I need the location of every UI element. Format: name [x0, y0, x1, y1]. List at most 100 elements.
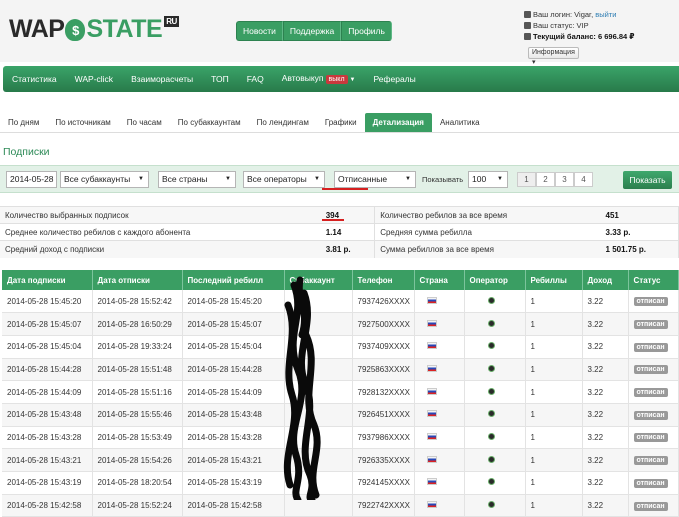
- show-button[interactable]: Показать: [623, 171, 672, 189]
- cell-last-rebill: 2014-05-28 15:45:07: [182, 312, 285, 336]
- user-balance: 6 696.84 ₽: [597, 32, 635, 41]
- stat-label: Количество выбранных подписок: [0, 206, 321, 224]
- column-country[interactable]: Страна: [414, 270, 465, 290]
- main-nav-autobuy[interactable]: Автовыкуп выкл ▼: [273, 65, 365, 93]
- info-dropdown-button[interactable]: Информация ▾: [528, 47, 579, 66]
- date-input[interactable]: 2014-05-28: [6, 171, 57, 188]
- operator-logo-icon: [487, 319, 495, 327]
- top-nav-profile[interactable]: Профиль: [341, 21, 392, 41]
- cell-last-rebill: 2014-05-28 15:43:48: [182, 403, 285, 427]
- column-last-rebill[interactable]: Последний ребилл: [182, 270, 285, 290]
- stat-label: Средний доход с подписки: [0, 240, 321, 258]
- column-income[interactable]: Доход: [582, 270, 629, 290]
- cell-country: [414, 290, 465, 314]
- cell-country: [414, 335, 465, 359]
- summary-stats: Количество выбранных подписок 394 Количе…: [0, 206, 679, 258]
- status-line: Ваш статус: VIP: [524, 20, 634, 31]
- cell-phone: 7937426XXXX: [352, 290, 415, 314]
- status-badge: отписан: [633, 297, 668, 307]
- main-nav-faq[interactable]: FAQ: [238, 66, 273, 92]
- table-row: 2014-05-28 15:43:19 2014-05-28 18:20:54 20…: [2, 471, 679, 495]
- page-2[interactable]: 2: [536, 172, 555, 187]
- cell-rebills: 1: [525, 290, 583, 314]
- cell-last-rebill: 2014-05-28 15:45:20: [182, 290, 285, 314]
- russia-flag-icon: [426, 296, 437, 304]
- cell-income: 3.22: [582, 335, 629, 359]
- cell-last-rebill: 2014-05-28 15:45:04: [182, 335, 285, 359]
- status-select[interactable]: Отписанные ▼: [334, 171, 416, 188]
- russia-flag-icon: [426, 410, 437, 418]
- tab-by-days[interactable]: По дням: [0, 113, 47, 132]
- status-badge: отписан: [633, 501, 668, 511]
- main-nav-top[interactable]: ТОП: [202, 66, 238, 92]
- wallet-icon: [524, 33, 531, 40]
- cell-last-rebill: 2014-05-28 15:43:28: [182, 426, 285, 450]
- main-nav-statistics[interactable]: Статистика: [3, 66, 66, 92]
- cell-last-rebill: 2014-05-28 15:44:09: [182, 380, 285, 404]
- cell-rebills: 1: [525, 471, 583, 495]
- column-operator[interactable]: Оператор: [464, 270, 526, 290]
- operator-logo-icon: [487, 387, 495, 395]
- tab-by-sources[interactable]: По источникам: [47, 113, 118, 132]
- top-nav-news[interactable]: Новости: [236, 21, 283, 41]
- column-subscribe-date[interactable]: Дата подписки: [2, 270, 93, 290]
- cell-income: 3.22: [582, 448, 629, 472]
- tab-details[interactable]: Детализация: [364, 113, 432, 132]
- operator-select[interactable]: Все операторы ▼: [243, 171, 325, 188]
- operator-logo-icon: [487, 410, 495, 418]
- cell-subaccount: [284, 358, 353, 382]
- operator-logo-icon: [487, 455, 495, 463]
- logout-link[interactable]: выйти: [595, 10, 616, 19]
- per-page-label: Показывать: [422, 175, 464, 184]
- cell-unsubscribe-date: 2014-05-28 18:20:54: [92, 471, 183, 495]
- cell-income: 3.22: [582, 426, 629, 450]
- main-nav-settlements[interactable]: Взаиморасчеты: [122, 66, 202, 92]
- tab-charts[interactable]: Графики: [317, 113, 365, 132]
- cell-income: 3.22: [582, 312, 629, 336]
- tab-by-subaccounts[interactable]: По субаккаунтам: [170, 113, 249, 132]
- column-unsubscribe-date[interactable]: Дата отписки: [92, 270, 183, 290]
- page-3[interactable]: 3: [555, 172, 574, 187]
- tab-analytics[interactable]: Аналитика: [432, 113, 488, 132]
- logo-text-left: WAP: [9, 14, 65, 43]
- stats-row: Количество выбранных подписок 394 Количе…: [0, 206, 679, 224]
- cell-unsubscribe-date: 2014-05-28 15:53:49: [92, 426, 183, 450]
- main-nav-wap-click[interactable]: WAP-click: [66, 66, 122, 92]
- cell-subaccount: [284, 448, 353, 472]
- page-1[interactable]: 1: [517, 172, 536, 187]
- cell-unsubscribe-date: 2014-05-28 15:51:16: [92, 380, 183, 404]
- cell-subscribe-date: 2014-05-28 15:44:28: [2, 358, 93, 382]
- cell-unsubscribe-date: 2014-05-28 15:52:42: [92, 290, 183, 314]
- column-status[interactable]: Статус: [628, 270, 679, 290]
- cell-operator: [464, 312, 526, 336]
- cell-status: отписан: [628, 290, 679, 314]
- cell-unsubscribe-date: 2014-05-28 16:50:29: [92, 312, 183, 336]
- top-nav-support[interactable]: Поддержка: [282, 21, 342, 41]
- per-page-select[interactable]: 100 ▼: [468, 171, 508, 188]
- cell-rebills: 1: [525, 358, 583, 382]
- country-select[interactable]: Все страны ▼: [158, 171, 236, 188]
- main-nav-referrals[interactable]: Рефералы: [364, 66, 424, 92]
- cell-phone: 7925863XXXX: [352, 358, 415, 382]
- cell-last-rebill: 2014-05-28 15:43:21: [182, 448, 285, 472]
- subaccount-select[interactable]: Все субаккаунты ▼: [60, 171, 149, 188]
- cell-country: [414, 312, 465, 336]
- column-phone[interactable]: Телефон: [352, 270, 415, 290]
- page-4[interactable]: 4: [574, 172, 593, 187]
- cell-country: [414, 426, 465, 450]
- cell-income: 3.22: [582, 494, 629, 517]
- russia-flag-icon: [426, 455, 437, 463]
- cell-subscribe-date: 2014-05-28 15:45:07: [2, 312, 93, 336]
- column-subaccount[interactable]: Субаккаунт: [284, 270, 353, 290]
- column-rebills[interactable]: Ребиллы: [525, 270, 583, 290]
- site-logo[interactable]: WAP $ STATE RU: [9, 14, 179, 44]
- table-row: 2014-05-28 15:43:48 2014-05-28 15:55:46 20…: [2, 403, 679, 427]
- logo-ru-badge: RU: [164, 15, 179, 27]
- tab-by-hours[interactable]: По часам: [119, 113, 170, 132]
- table-row: 2014-05-28 15:44:28 2014-05-28 15:51:48 20…: [2, 358, 679, 382]
- cell-phone: 7927500XXXX: [352, 312, 415, 336]
- tab-by-landings[interactable]: По лендингам: [249, 113, 317, 132]
- cell-status: отписан: [628, 403, 679, 427]
- status-icon: [524, 22, 531, 29]
- cell-rebills: 1: [525, 380, 583, 404]
